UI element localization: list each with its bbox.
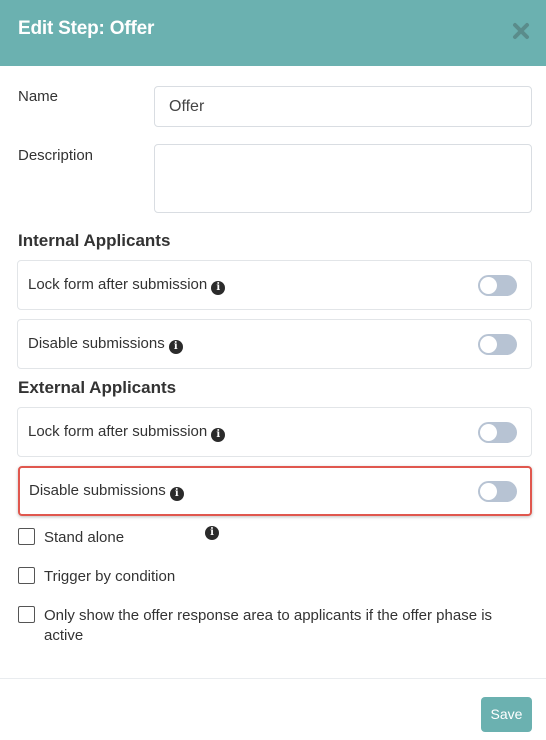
toggle-knob: [480, 424, 497, 441]
internal-lock-form-toggle[interactable]: [478, 275, 517, 296]
stand-alone-label: Stand alone: [44, 529, 125, 546]
external-applicants-title: External Applicants: [18, 378, 177, 397]
internal-disable-submissions-label: Disable submissions: [28, 335, 165, 352]
dialog-header: Edit Step: Offer: [0, 0, 546, 66]
info-icon[interactable]: i: [205, 526, 219, 540]
offer-response-area-checkbox[interactable]: [18, 606, 35, 623]
info-icon[interactable]: i: [169, 487, 184, 501]
toggle-knob: [480, 483, 497, 500]
dialog-title: Edit Step: Offer: [18, 18, 155, 39]
toggle-knob: [480, 336, 497, 353]
name-label: Name: [18, 88, 59, 105]
footer-divider: [0, 678, 546, 679]
description-label: Description: [18, 147, 94, 164]
trigger-by-condition-checkbox[interactable]: [18, 567, 35, 584]
name-input[interactable]: Offer: [154, 86, 532, 127]
close-icon[interactable]: [510, 20, 532, 42]
external-lock-form-row: Lock form after submission i: [17, 407, 532, 457]
offer-response-area-label: Only show the offer response area to app…: [44, 607, 493, 644]
external-disable-submissions-label: Disable submissions: [29, 482, 166, 499]
internal-applicants-title: Internal Applicants: [18, 231, 171, 250]
trigger-by-condition-label: Trigger by condition: [44, 568, 176, 585]
info-icon[interactable]: i: [211, 281, 226, 295]
stand-alone-checkbox[interactable]: [18, 528, 35, 545]
internal-disable-submissions-toggle[interactable]: [478, 334, 517, 355]
save-button[interactable]: Save: [481, 697, 532, 732]
info-icon[interactable]: i: [211, 428, 226, 442]
toggle-knob: [480, 277, 497, 294]
description-textarea[interactable]: [154, 144, 532, 213]
internal-lock-form-row: Lock form after submission i: [17, 260, 532, 310]
external-lock-form-toggle[interactable]: [478, 422, 517, 443]
external-lock-form-label: Lock form after submission: [28, 423, 208, 440]
external-disable-submissions-toggle[interactable]: [478, 481, 517, 502]
external-disable-submissions-row: Disable submissions i: [18, 466, 532, 516]
internal-lock-form-label: Lock form after submission: [28, 276, 208, 293]
internal-disable-submissions-row: Disable submissions i: [17, 319, 532, 369]
info-icon[interactable]: i: [168, 340, 183, 354]
